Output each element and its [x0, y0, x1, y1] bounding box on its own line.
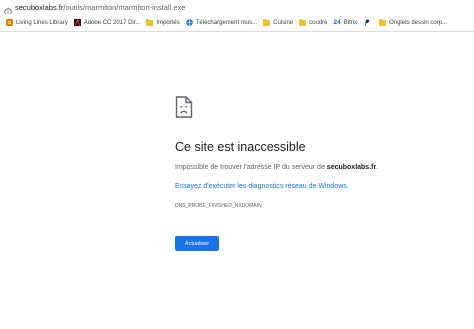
blogger-icon [6, 19, 13, 26]
error-page: Ce site est inaccessible Impossible de t… [0, 32, 474, 329]
url-text[interactable]: secuboxlabs.fr/outils/marmiton/marmiton-… [15, 3, 185, 12]
url-domain: secuboxlabs.fr [15, 2, 64, 12]
reload-button[interactable]: Actualiser [175, 236, 219, 251]
info-icon[interactable] [4, 3, 12, 16]
bitrix-icon: 24 [333, 19, 341, 26]
error-message-prefix: Impossible de trouver l'adresse IP du se… [175, 164, 327, 171]
error-message-domain: secuboxlabs.fr [326, 164, 377, 171]
bookmark-label: Onglets dessin corp... [389, 19, 448, 26]
bookmark-label: coudre [309, 19, 328, 26]
page-title: Ce site est inaccessible [175, 140, 306, 154]
bookmark-importes[interactable]: Importés [146, 18, 180, 26]
bookmark-label: Adobe CC 2017 Dir... [83, 19, 141, 26]
folder-icon [146, 18, 154, 26]
bookmark-coudre[interactable]: coudre [299, 18, 328, 26]
paypal-icon [363, 19, 370, 26]
folder-icon [299, 18, 307, 26]
sad-document-icon [175, 96, 193, 118]
bookmark-cuisine[interactable]: Cuisine [263, 18, 294, 26]
adobe-icon [73, 18, 81, 26]
bookmark-onglets-dessin[interactable]: Onglets dessin corp... [379, 18, 448, 26]
bookmark-adobe-cc[interactable]: Adobe CC 2017 Dir... [73, 18, 141, 26]
bookmark-label: Bitrix [343, 19, 358, 26]
folder-icon [379, 18, 387, 26]
bookmark-living-lines-library[interactable]: Living Lines Library [6, 19, 68, 26]
bookmark-telechargement[interactable]: Téléchargement mus... [185, 19, 258, 26]
error-message: Impossible de trouver l'adresse IP du se… [175, 164, 378, 171]
bookmark-label: Importés [156, 19, 180, 26]
address-bar[interactable]: secuboxlabs.fr/outils/marmiton/marmiton-… [0, 0, 474, 16]
error-message-suffix: . [376, 164, 379, 171]
error-code: DNS_PROBE_FINISHED_NXDOMAIN [175, 203, 262, 209]
globe-icon [185, 19, 193, 26]
bookmark-label: Téléchargement mus... [195, 19, 258, 26]
folder-icon [263, 18, 271, 26]
bookmark-paypal[interactable] [363, 19, 373, 26]
bookmark-bitrix[interactable]: 24 Bitrix [333, 19, 357, 26]
network-diagnostics-link[interactable]: Essayez d'exécuter les diagnostics résea… [175, 183, 349, 190]
bookmark-label: Living Lines Library [16, 19, 68, 26]
bookmark-label: Cuisine [273, 19, 294, 26]
url-path: /outils/marmiton/marmiton-install.exe [63, 2, 186, 12]
bookmarks-bar: Living Lines Library Adobe CC 2017 Dir..… [0, 14, 474, 32]
